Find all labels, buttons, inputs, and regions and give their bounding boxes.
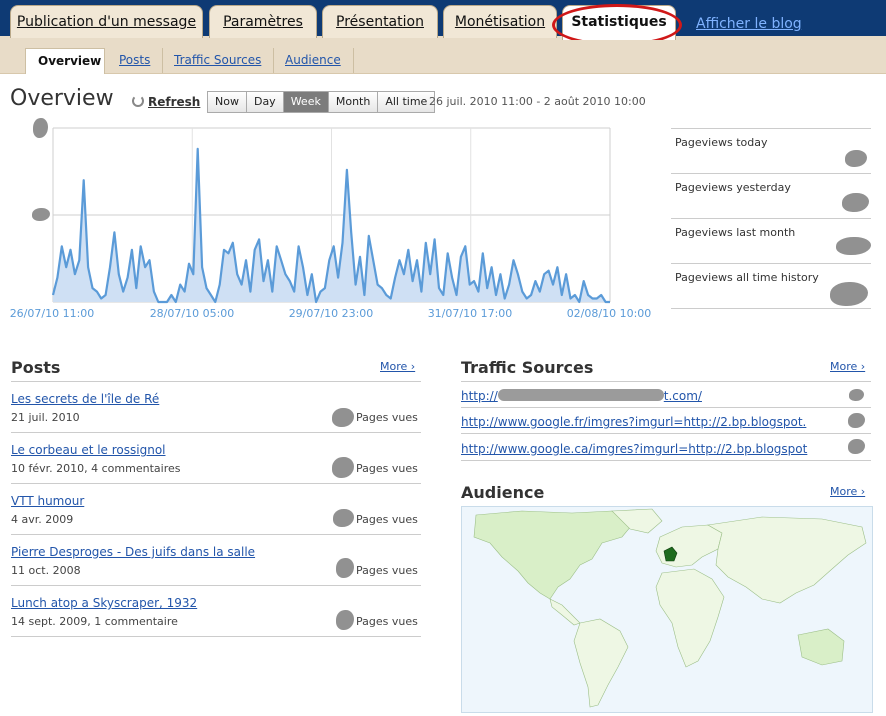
subtab-posts[interactable]: Posts [107, 48, 164, 73]
divider [461, 381, 871, 382]
divider [11, 432, 421, 433]
x-tick-label: 29/07/10 23:00 [289, 307, 374, 320]
refresh-icon [132, 95, 144, 107]
subtab-label[interactable]: Audience [285, 53, 341, 67]
asia [707, 516, 867, 604]
refresh-button[interactable]: Refresh [132, 95, 200, 109]
x-tick-label: 26/07/10 11:00 [10, 307, 95, 320]
divider [11, 534, 421, 535]
post-meta: 10 févr. 2010, 4 commentaires [11, 462, 181, 475]
range-alltime-button[interactable]: All time [377, 91, 436, 113]
post-meta: 4 avr. 2009 [11, 513, 74, 526]
range-month-button[interactable]: Month [327, 91, 379, 113]
divider [461, 460, 871, 461]
north-america [473, 510, 638, 600]
time-range-selector: Now Day Week Month All time [207, 91, 436, 113]
pages-label: Pages vues [356, 411, 418, 424]
traffic-source-link[interactable]: http://www.google.ca/imgres?imgurl=http:… [461, 442, 807, 456]
pages-label: Pages vues [356, 462, 418, 475]
obscured-count [849, 389, 864, 401]
australia [797, 628, 845, 666]
tab-label: Publication d'un message [16, 14, 197, 30]
africa [655, 568, 725, 668]
tab-label: Paramètres [223, 14, 303, 30]
pages-label: Pages vues [356, 513, 418, 526]
posts-heading: Posts [11, 358, 61, 377]
tab-label: Présentation [336, 14, 424, 30]
audience-heading: Audience [461, 483, 545, 502]
subtab-label: Overview [38, 54, 102, 68]
audience-more-link[interactable]: More › [830, 485, 865, 498]
post-link[interactable]: VTT humour [11, 494, 84, 508]
divider [11, 636, 421, 637]
chart-x-ticks: 26/07/10 11:00 28/07/10 05:00 29/07/10 23:… [10, 307, 652, 320]
post-meta: 11 oct. 2008 [11, 564, 81, 577]
stat-today: Pageviews today [671, 128, 871, 173]
range-week-button[interactable]: Week [282, 91, 329, 113]
x-tick-label: 28/07/10 05:00 [150, 307, 235, 320]
stat-label: Pageviews today [675, 136, 768, 149]
obscured-count [336, 558, 354, 578]
stat-label: Pageviews yesterday [675, 181, 791, 194]
post-link[interactable]: Pierre Desproges - Des juifs dans la sal… [11, 545, 255, 559]
traffic-more-link[interactable]: More › [830, 360, 865, 373]
view-blog-link[interactable]: Afficher le blog [696, 16, 802, 32]
stat-divider [671, 308, 871, 309]
range-now-button[interactable]: Now [207, 91, 247, 113]
obscured-url [497, 389, 664, 401]
page-title: Overview [10, 86, 114, 111]
divider [11, 585, 421, 586]
traffic-source-link[interactable]: http:// t.com/ [461, 389, 702, 403]
south-america [573, 618, 629, 708]
date-range: 26 juil. 2010 11:00 - 2 août 2010 10:00 [429, 95, 646, 108]
obscured-count [336, 610, 354, 630]
subtab-label[interactable]: Traffic Sources [174, 53, 261, 67]
obscured-count [848, 439, 865, 454]
pageviews-chart: 26/07/10 11:00 28/07/10 05:00 29/07/10 23:… [10, 127, 652, 320]
post-meta: 21 juil. 2010 [11, 411, 80, 424]
tab-label: Monétisation [454, 14, 546, 30]
divider [11, 381, 421, 382]
posts-more-link[interactable]: More › [380, 360, 415, 373]
post-link[interactable]: Le corbeau et le rossignol [11, 443, 166, 457]
subtab-overview[interactable]: Overview [25, 48, 105, 74]
traffic-source-link[interactable]: http://www.google.fr/imgres?imgurl=http:… [461, 415, 806, 429]
pages-label: Pages vues [356, 564, 418, 577]
post-link[interactable]: Les secrets de l'île de Ré [11, 392, 159, 406]
pages-label: Pages vues [356, 615, 418, 628]
traffic-heading: Traffic Sources [461, 358, 594, 377]
divider [461, 407, 871, 408]
subtab-label[interactable]: Posts [119, 53, 150, 67]
url-start: http:// [461, 389, 498, 403]
tab-parametres[interactable]: Paramètres [209, 5, 317, 38]
tab-publication[interactable]: Publication d'un message [10, 5, 203, 38]
tab-monetisation[interactable]: Monétisation [443, 5, 557, 38]
central-america [549, 598, 581, 626]
audience-world-map [461, 506, 873, 713]
post-link[interactable]: Lunch atop a Skyscraper, 1932 [11, 596, 197, 610]
x-tick-label: 02/08/10 10:00 [567, 307, 652, 320]
divider [11, 483, 421, 484]
stat-label: Pageviews last month [675, 226, 796, 239]
obscured-count [333, 509, 354, 527]
divider [461, 433, 871, 434]
obscured-count [332, 457, 354, 478]
range-day-button[interactable]: Day [245, 91, 284, 113]
post-meta: 14 sept. 2009, 1 commentaire [11, 615, 178, 628]
url-end: t.com/ [663, 389, 702, 403]
subtab-traffic-sources[interactable]: Traffic Sources [162, 48, 275, 73]
x-tick-label: 31/07/10 17:00 [428, 307, 513, 320]
obscured-count [848, 413, 865, 428]
stat-label: Pageviews all time history [675, 271, 819, 284]
obscured-count [332, 408, 354, 427]
tab-presentation[interactable]: Présentation [322, 5, 438, 38]
refresh-label: Refresh [148, 95, 201, 109]
stat-yesterday: Pageviews yesterday [671, 173, 871, 218]
subtab-audience[interactable]: Audience [273, 48, 354, 73]
